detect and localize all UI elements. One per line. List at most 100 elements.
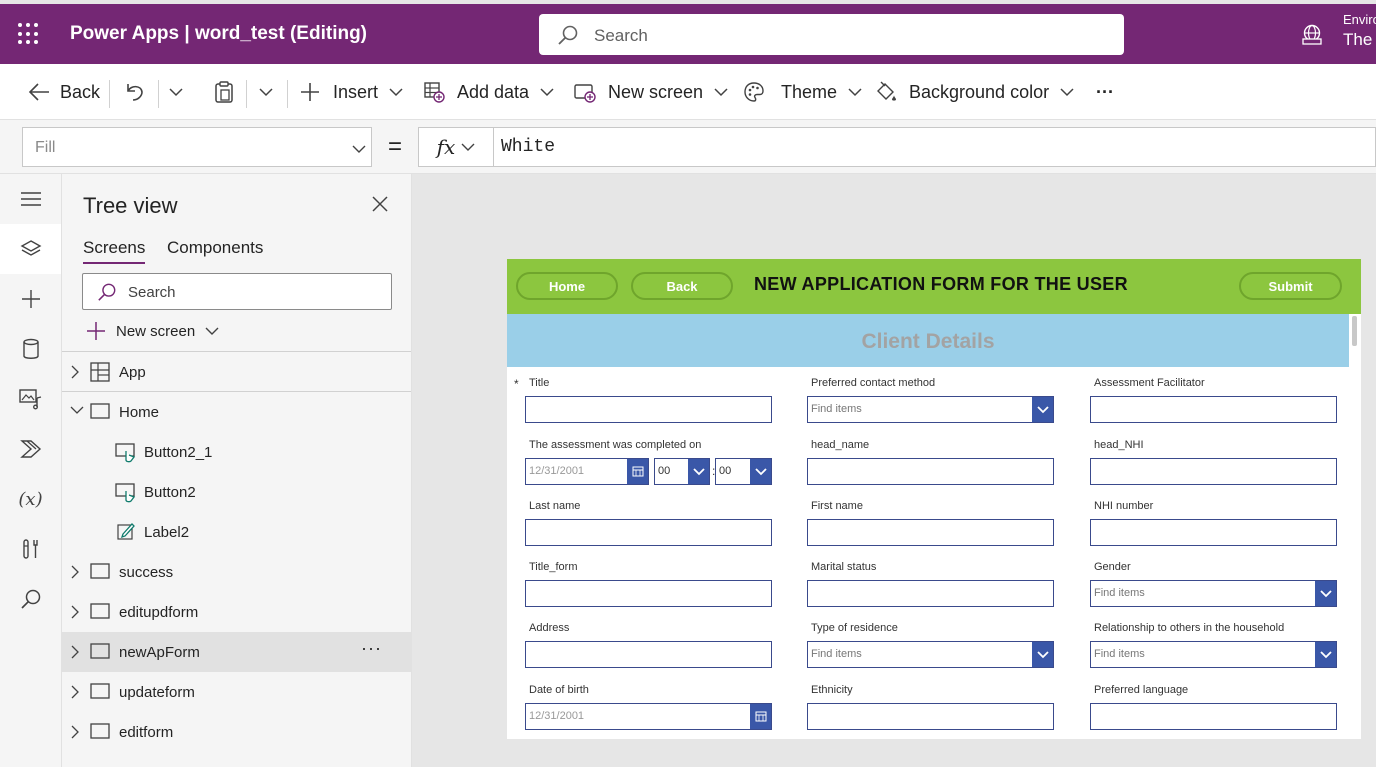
new-screen-button[interactable]: New screen (574, 79, 729, 105)
chevron-down-icon[interactable] (1032, 642, 1053, 667)
assessment-date-picker[interactable]: 12/31/2001 (525, 458, 649, 485)
chevron-down-icon[interactable] (70, 405, 84, 415)
chevron-right-icon[interactable] (70, 725, 80, 739)
chevron-right-icon[interactable] (70, 565, 80, 579)
dropdown-placeholder: Find items (811, 403, 862, 415)
media-icon (18, 389, 41, 410)
divider (158, 80, 159, 108)
tree-node-screen-selected[interactable]: newApForm ··· (62, 632, 411, 672)
preferred-language-input[interactable] (1090, 703, 1337, 730)
screen-icon (90, 563, 110, 579)
marital-status-input[interactable] (807, 580, 1054, 607)
tree-node-screen[interactable]: Home (62, 392, 411, 432)
media-pane-button[interactable] (0, 374, 61, 424)
head-name-input[interactable] (807, 458, 1054, 485)
scrollbar[interactable] (1349, 314, 1361, 739)
function-button[interactable]: fx (419, 128, 494, 166)
chevron-down-icon[interactable] (750, 459, 771, 484)
environment-icon[interactable] (1300, 24, 1324, 51)
chevron-down-icon[interactable] (1315, 581, 1336, 606)
label-control-icon (117, 523, 135, 540)
theme-button[interactable]: Theme (743, 79, 863, 105)
back-button[interactable]: Back (631, 272, 733, 300)
tree-node-label: Label2 (144, 524, 190, 541)
address-input[interactable] (525, 641, 772, 668)
date-of-birth-picker[interactable]: 12/31/2001 (525, 703, 772, 730)
title-form-input[interactable] (525, 580, 772, 607)
divider (109, 80, 110, 108)
tree-node-control[interactable]: Button2_1 (62, 432, 411, 472)
search-pane-button[interactable] (0, 574, 61, 624)
app-launcher-icon[interactable] (18, 23, 40, 45)
calendar-icon[interactable] (750, 704, 771, 729)
add-data-button[interactable]: Add data (423, 79, 555, 105)
tree-node-control[interactable]: Button2 (62, 472, 411, 512)
tab-components[interactable]: Components (167, 238, 263, 258)
more-options-button[interactable]: ··· (361, 638, 382, 659)
tree-node-label: Button2_1 (144, 444, 213, 461)
preferred-contact-dropdown[interactable]: Find items (807, 396, 1054, 423)
paste-button[interactable] (213, 79, 235, 105)
undo-button[interactable] (123, 79, 145, 105)
head-nhi-input[interactable] (1090, 458, 1337, 485)
title-input[interactable] (525, 396, 772, 423)
chevron-down-icon[interactable] (1315, 642, 1336, 667)
hour-dropdown[interactable]: 00 (654, 458, 710, 485)
ethnicity-input[interactable] (807, 703, 1054, 730)
data-pane-button[interactable] (0, 324, 61, 374)
tree-node-screen[interactable]: success (62, 552, 411, 592)
insert-button[interactable]: Insert (299, 79, 404, 105)
chevron-right-icon[interactable] (70, 365, 80, 379)
tree-node-screen[interactable]: updateform (62, 672, 411, 712)
assessment-facilitator-input[interactable] (1090, 396, 1337, 423)
power-automate-icon (19, 440, 41, 458)
insert-pane-button[interactable] (0, 274, 61, 324)
last-name-input[interactable] (525, 519, 772, 546)
advanced-tools-button[interactable] (0, 524, 61, 574)
nhi-number-input[interactable] (1090, 519, 1337, 546)
tree-node-screen[interactable]: editform (62, 712, 411, 752)
environment-name[interactable]: The (1343, 30, 1372, 50)
background-color-button[interactable]: Background color (875, 79, 1075, 105)
chevron-right-icon[interactable] (70, 605, 80, 619)
residence-type-dropdown[interactable]: Find items (807, 641, 1054, 668)
tree-node-app[interactable]: App (62, 352, 411, 392)
property-dropdown[interactable]: Fill (22, 127, 372, 167)
first-name-input[interactable] (807, 519, 1054, 546)
tab-screens[interactable]: Screens (83, 238, 146, 264)
tree-node-screen[interactable]: editupdform (62, 592, 411, 632)
tree-node-label: Home (119, 404, 160, 421)
minute-dropdown[interactable]: 00 (715, 458, 772, 485)
more-commands-button[interactable]: ··· (1096, 79, 1114, 105)
chevron-right-icon[interactable] (70, 645, 80, 659)
app-screen-preview[interactable]: Home Back NEW APPLICATION FORM FOR THE U… (507, 259, 1361, 739)
undo-dropdown[interactable] (168, 79, 184, 105)
back-button[interactable]: Back (28, 79, 100, 105)
submit-button[interactable]: Submit (1239, 272, 1342, 300)
chevron-down-icon[interactable] (688, 459, 709, 484)
power-automate-button[interactable] (0, 424, 61, 474)
hamburger-menu-button[interactable] (0, 174, 61, 224)
divider (287, 80, 288, 108)
scrollbar-thumb[interactable] (1352, 316, 1357, 346)
paste-dropdown[interactable] (258, 79, 274, 105)
chevron-right-icon[interactable] (70, 685, 80, 699)
tree-search-input[interactable]: Search (82, 273, 392, 310)
tree-view-button[interactable] (0, 224, 61, 274)
global-search[interactable]: Search (539, 14, 1124, 55)
calendar-icon[interactable] (627, 459, 648, 484)
relationship-dropdown[interactable]: Find items (1090, 641, 1337, 668)
panel-title: Tree view (83, 193, 178, 218)
close-icon[interactable] (372, 196, 388, 217)
tree-node-control[interactable]: Label2 (62, 512, 411, 552)
arrow-left-icon (28, 83, 49, 101)
new-screen-button[interactable]: New screen (86, 321, 219, 341)
tree-node-label: Button2 (144, 484, 196, 501)
formula-input[interactable]: fx White (418, 127, 1376, 167)
chevron-down-icon[interactable] (1032, 397, 1053, 422)
home-button[interactable]: Home (516, 272, 618, 300)
formula-value[interactable]: White (501, 137, 555, 157)
property-value: Fill (35, 139, 56, 156)
gender-dropdown[interactable]: Find items (1090, 580, 1337, 607)
variables-button[interactable]: (x) (0, 474, 61, 524)
